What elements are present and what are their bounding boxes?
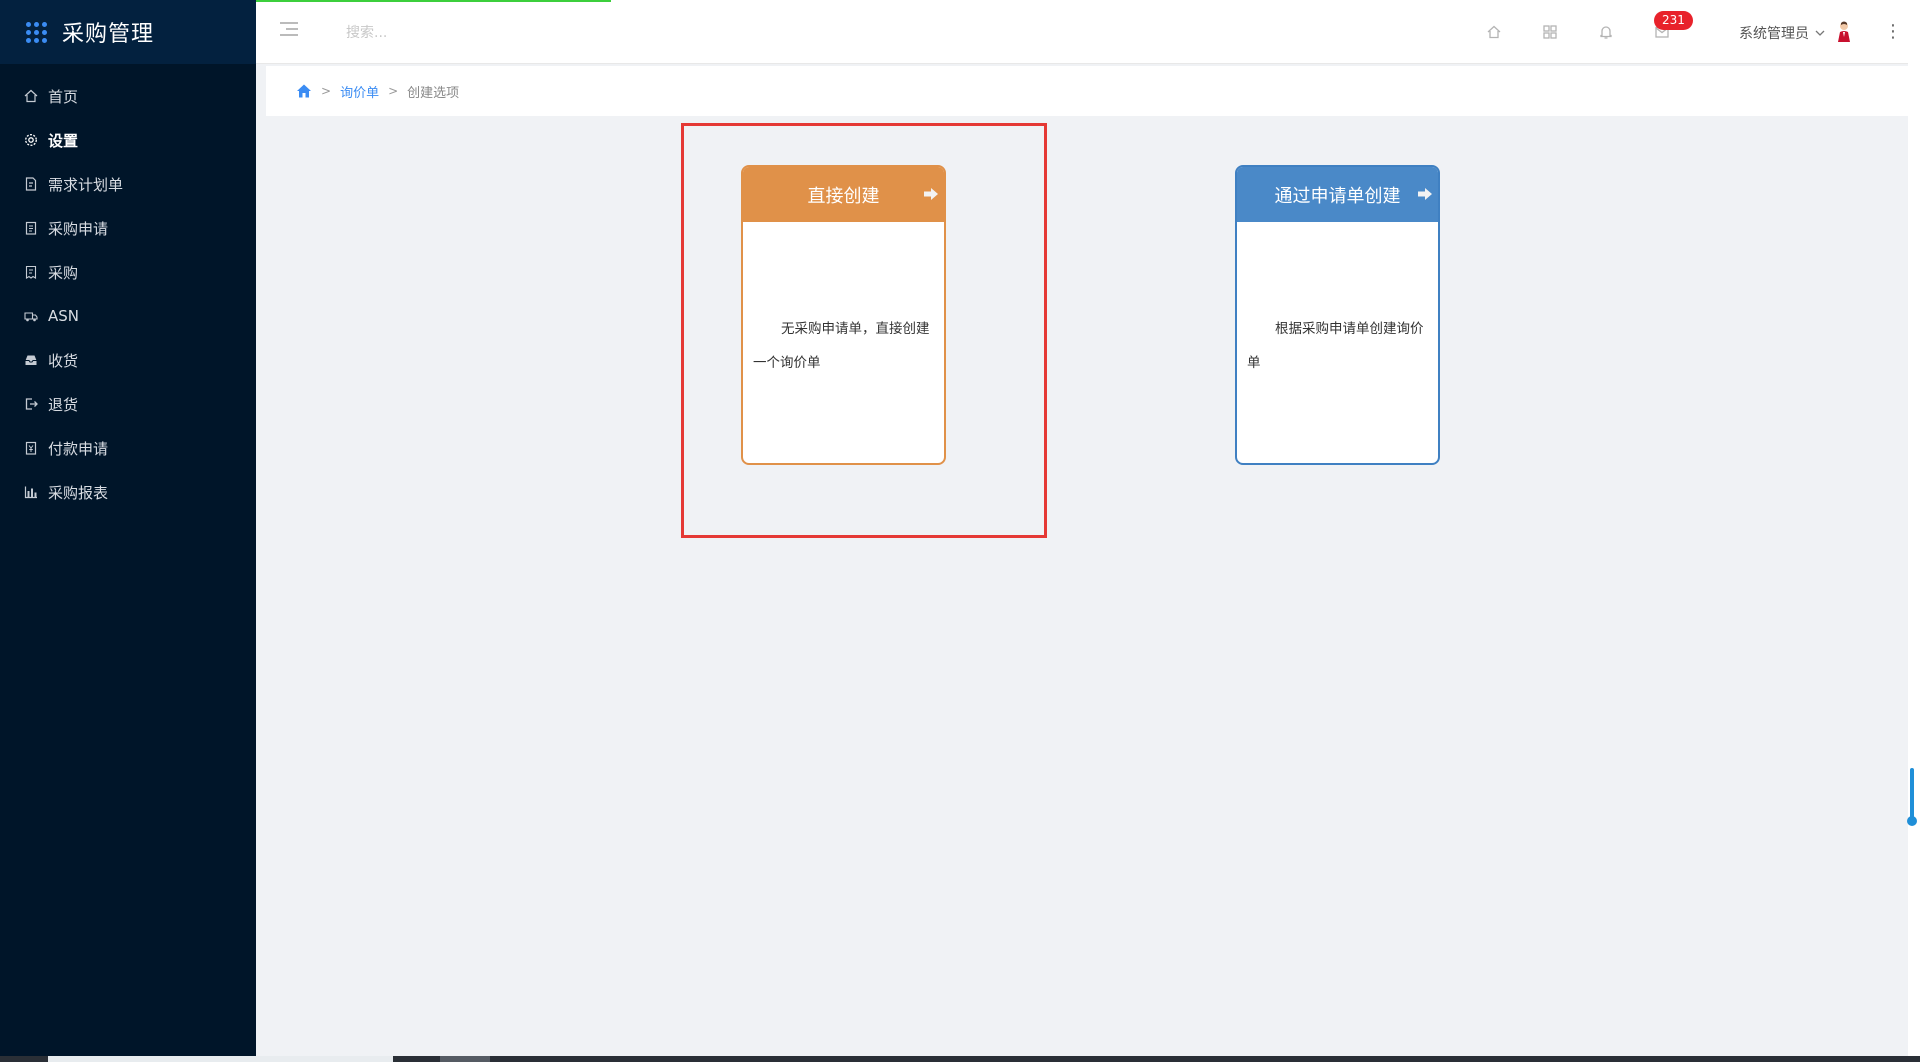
sidebar-item-label: 收货 [48,351,79,370]
sidebar: 采购管理 首页 设置 需求计划单 采购申请 采购 ASN 收货 退货 付款申请 … [0,0,256,1062]
sidebar-item-label: 采购报表 [48,483,109,502]
payment-icon [24,441,38,455]
sidebar-item-label: 设置 [48,131,79,150]
sidebar-item-label: 首页 [48,87,79,106]
sidebar-item-label: 采购 [48,263,79,282]
breadcrumb: > 询价单 > 创建选项 [266,66,1909,116]
app-header-logo[interactable]: 采购管理 [0,0,256,64]
arrow-right-icon [922,185,940,203]
message-count-badge: 231 [1654,11,1693,30]
more-vertical-icon[interactable]: ⋮ [1884,22,1902,42]
home-icon [24,89,38,103]
sidebar-menu: 首页 设置 需求计划单 采购申请 采购 ASN 收货 退货 付款申请 采购报表 [0,74,256,514]
avatar[interactable] [1836,20,1852,44]
sidebar-item-label: 需求计划单 [48,175,124,194]
sidebar-item-payment-request[interactable]: 付款申请 [0,426,256,470]
gear-icon [24,133,38,147]
sidebar-item-return[interactable]: 退货 [0,382,256,426]
apps-grid-icon[interactable] [1540,22,1560,42]
breadcrumb-separator: > [388,84,399,98]
create-from-request-card[interactable]: 通过申请单创建 根据采购申请单创建询价单 [1235,165,1440,465]
card-header: 通过申请单创建 [1237,167,1438,222]
card-description: 无采购申请单，直接创建一个询价单 [753,321,930,371]
card-header: 直接创建 [743,167,944,222]
user-menu[interactable]: 系统管理员 [1739,23,1825,43]
sidebar-item-purchase-report[interactable]: 采购报表 [0,470,256,514]
bar-chart-icon [24,485,38,499]
top-header: 231 系统管理员 ⋮ [256,0,1920,64]
sidebar-item-receiving[interactable]: 收货 [0,338,256,382]
truck-icon [24,309,38,323]
card-description: 根据采购申请单创建询价单 [1247,321,1424,371]
sidebar-item-purchase-request[interactable]: 采购申请 [0,206,256,250]
sidebar-item-label: 退货 [48,395,79,414]
breadcrumb-link-inquiry[interactable]: 询价单 [340,82,379,101]
sidebar-item-label: ASN [48,307,80,325]
receipt-icon [24,265,38,279]
search-input[interactable] [346,20,606,46]
chevron-down-icon [1815,27,1825,40]
document-icon [24,177,38,191]
apps-grid-icon[interactable] [26,21,47,43]
breadcrumb-separator: > [321,84,332,98]
user-name: 系统管理员 [1739,26,1809,42]
app-title: 采购管理 [62,22,155,47]
sidebar-item-purchase[interactable]: 采购 [0,250,256,294]
right-scroll-track [1908,0,1920,1062]
clipboard-icon [24,221,38,235]
sidebar-item-label: 采购申请 [48,219,109,238]
breadcrumb-current: 创建选项 [407,85,460,101]
menu-collapse-icon[interactable] [280,22,298,38]
card-title: 通过申请单创建 [1274,185,1401,207]
breadcrumb-home-icon[interactable] [296,83,312,99]
scroll-indicator[interactable] [1907,768,1917,826]
inbox-icon [24,353,38,367]
arrow-right-icon [1416,185,1434,203]
sidebar-item-demand-plan[interactable]: 需求计划单 [0,162,256,206]
card-title: 直接创建 [807,185,880,207]
bell-icon[interactable] [1596,22,1616,42]
taskbar-strip [0,1056,1920,1062]
direct-create-card[interactable]: 直接创建 无采购申请单，直接创建一个询价单 [741,165,946,465]
home-icon[interactable] [1484,22,1504,42]
sidebar-item-home[interactable]: 首页 [0,74,256,118]
loading-progress-bar [256,0,611,2]
return-icon [24,397,38,411]
sidebar-item-settings[interactable]: 设置 [0,118,256,162]
sidebar-item-label: 付款申请 [48,439,109,458]
sidebar-item-asn[interactable]: ASN [0,294,256,338]
